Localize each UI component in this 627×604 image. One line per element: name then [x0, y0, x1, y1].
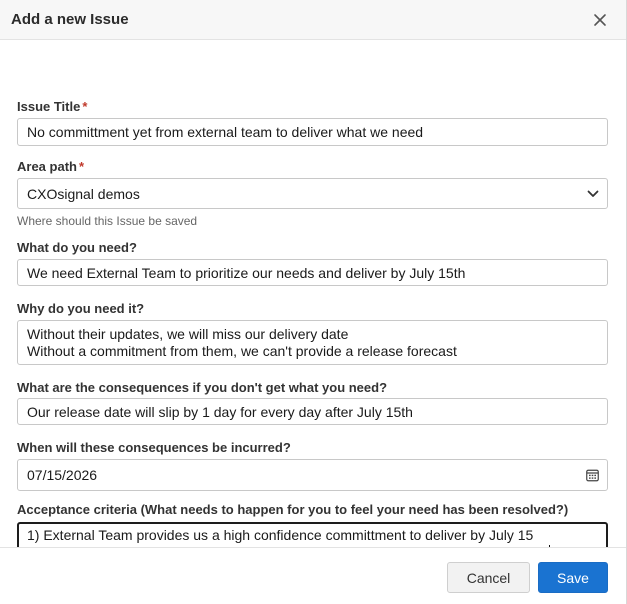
acceptance-label: Acceptance criteria (What needs to happe… — [17, 502, 569, 517]
consequences-input[interactable]: Our release date will slip by 1 day for … — [17, 398, 608, 425]
area-path-label-text: Area path — [17, 159, 77, 174]
dialog-header: Add a new Issue — [0, 0, 626, 40]
required-mark: * — [82, 99, 88, 114]
acceptance-line: 1) External Team provides us a high conf… — [27, 526, 534, 543]
when-incurred-label: When will these consequences be incurred… — [17, 440, 291, 455]
what-need-input[interactable]: We need External Team to prioritize our … — [17, 259, 608, 286]
dialog-title: Add a new Issue — [11, 11, 129, 28]
issue-title-label-text: Issue Title — [17, 99, 81, 114]
required-mark: * — [78, 159, 85, 174]
dialog-footer: Cancel Save — [0, 547, 626, 604]
save-button[interactable]: Save — [538, 562, 608, 593]
consequences-value: Our release date will slip by 1 day for … — [27, 403, 413, 420]
close-button[interactable] — [588, 8, 612, 32]
why-need-textarea[interactable]: Without their updates, we will miss our … — [17, 320, 608, 365]
issue-title-label: Issue Title * — [17, 99, 87, 115]
area-path-select[interactable]: CXOsignal demos — [17, 178, 608, 209]
when-incurred-value: 07/15/2026 — [27, 467, 98, 483]
why-need-line: Without a commitment from them, we can't… — [27, 342, 457, 359]
what-need-label: What do you need? — [17, 240, 137, 255]
area-path-label: Area path * — [17, 159, 84, 175]
why-need-label: Why do you need it? — [17, 301, 145, 316]
chevron-down-icon — [587, 190, 599, 198]
why-need-line: Without their updates, we will miss our … — [27, 325, 349, 342]
what-need-value: We need External Team to prioritize our … — [27, 264, 466, 281]
area-path-help: Where should this Issue be saved — [17, 214, 198, 228]
area-path-value: CXOsignal demos — [27, 185, 140, 202]
calendar-icon[interactable] — [586, 469, 599, 482]
issue-title-value: No committment yet from external team to… — [27, 124, 424, 140]
when-incurred-date-input[interactable]: 07/15/2026 — [17, 459, 608, 491]
add-issue-dialog: Add a new Issue Issue Title * No committm… — [0, 0, 627, 604]
issue-title-input[interactable]: No committment yet from external team to… — [17, 118, 608, 146]
consequences-label: What are the consequences if you don't g… — [17, 380, 388, 395]
close-icon — [594, 14, 606, 26]
cancel-button[interactable]: Cancel — [447, 562, 530, 593]
